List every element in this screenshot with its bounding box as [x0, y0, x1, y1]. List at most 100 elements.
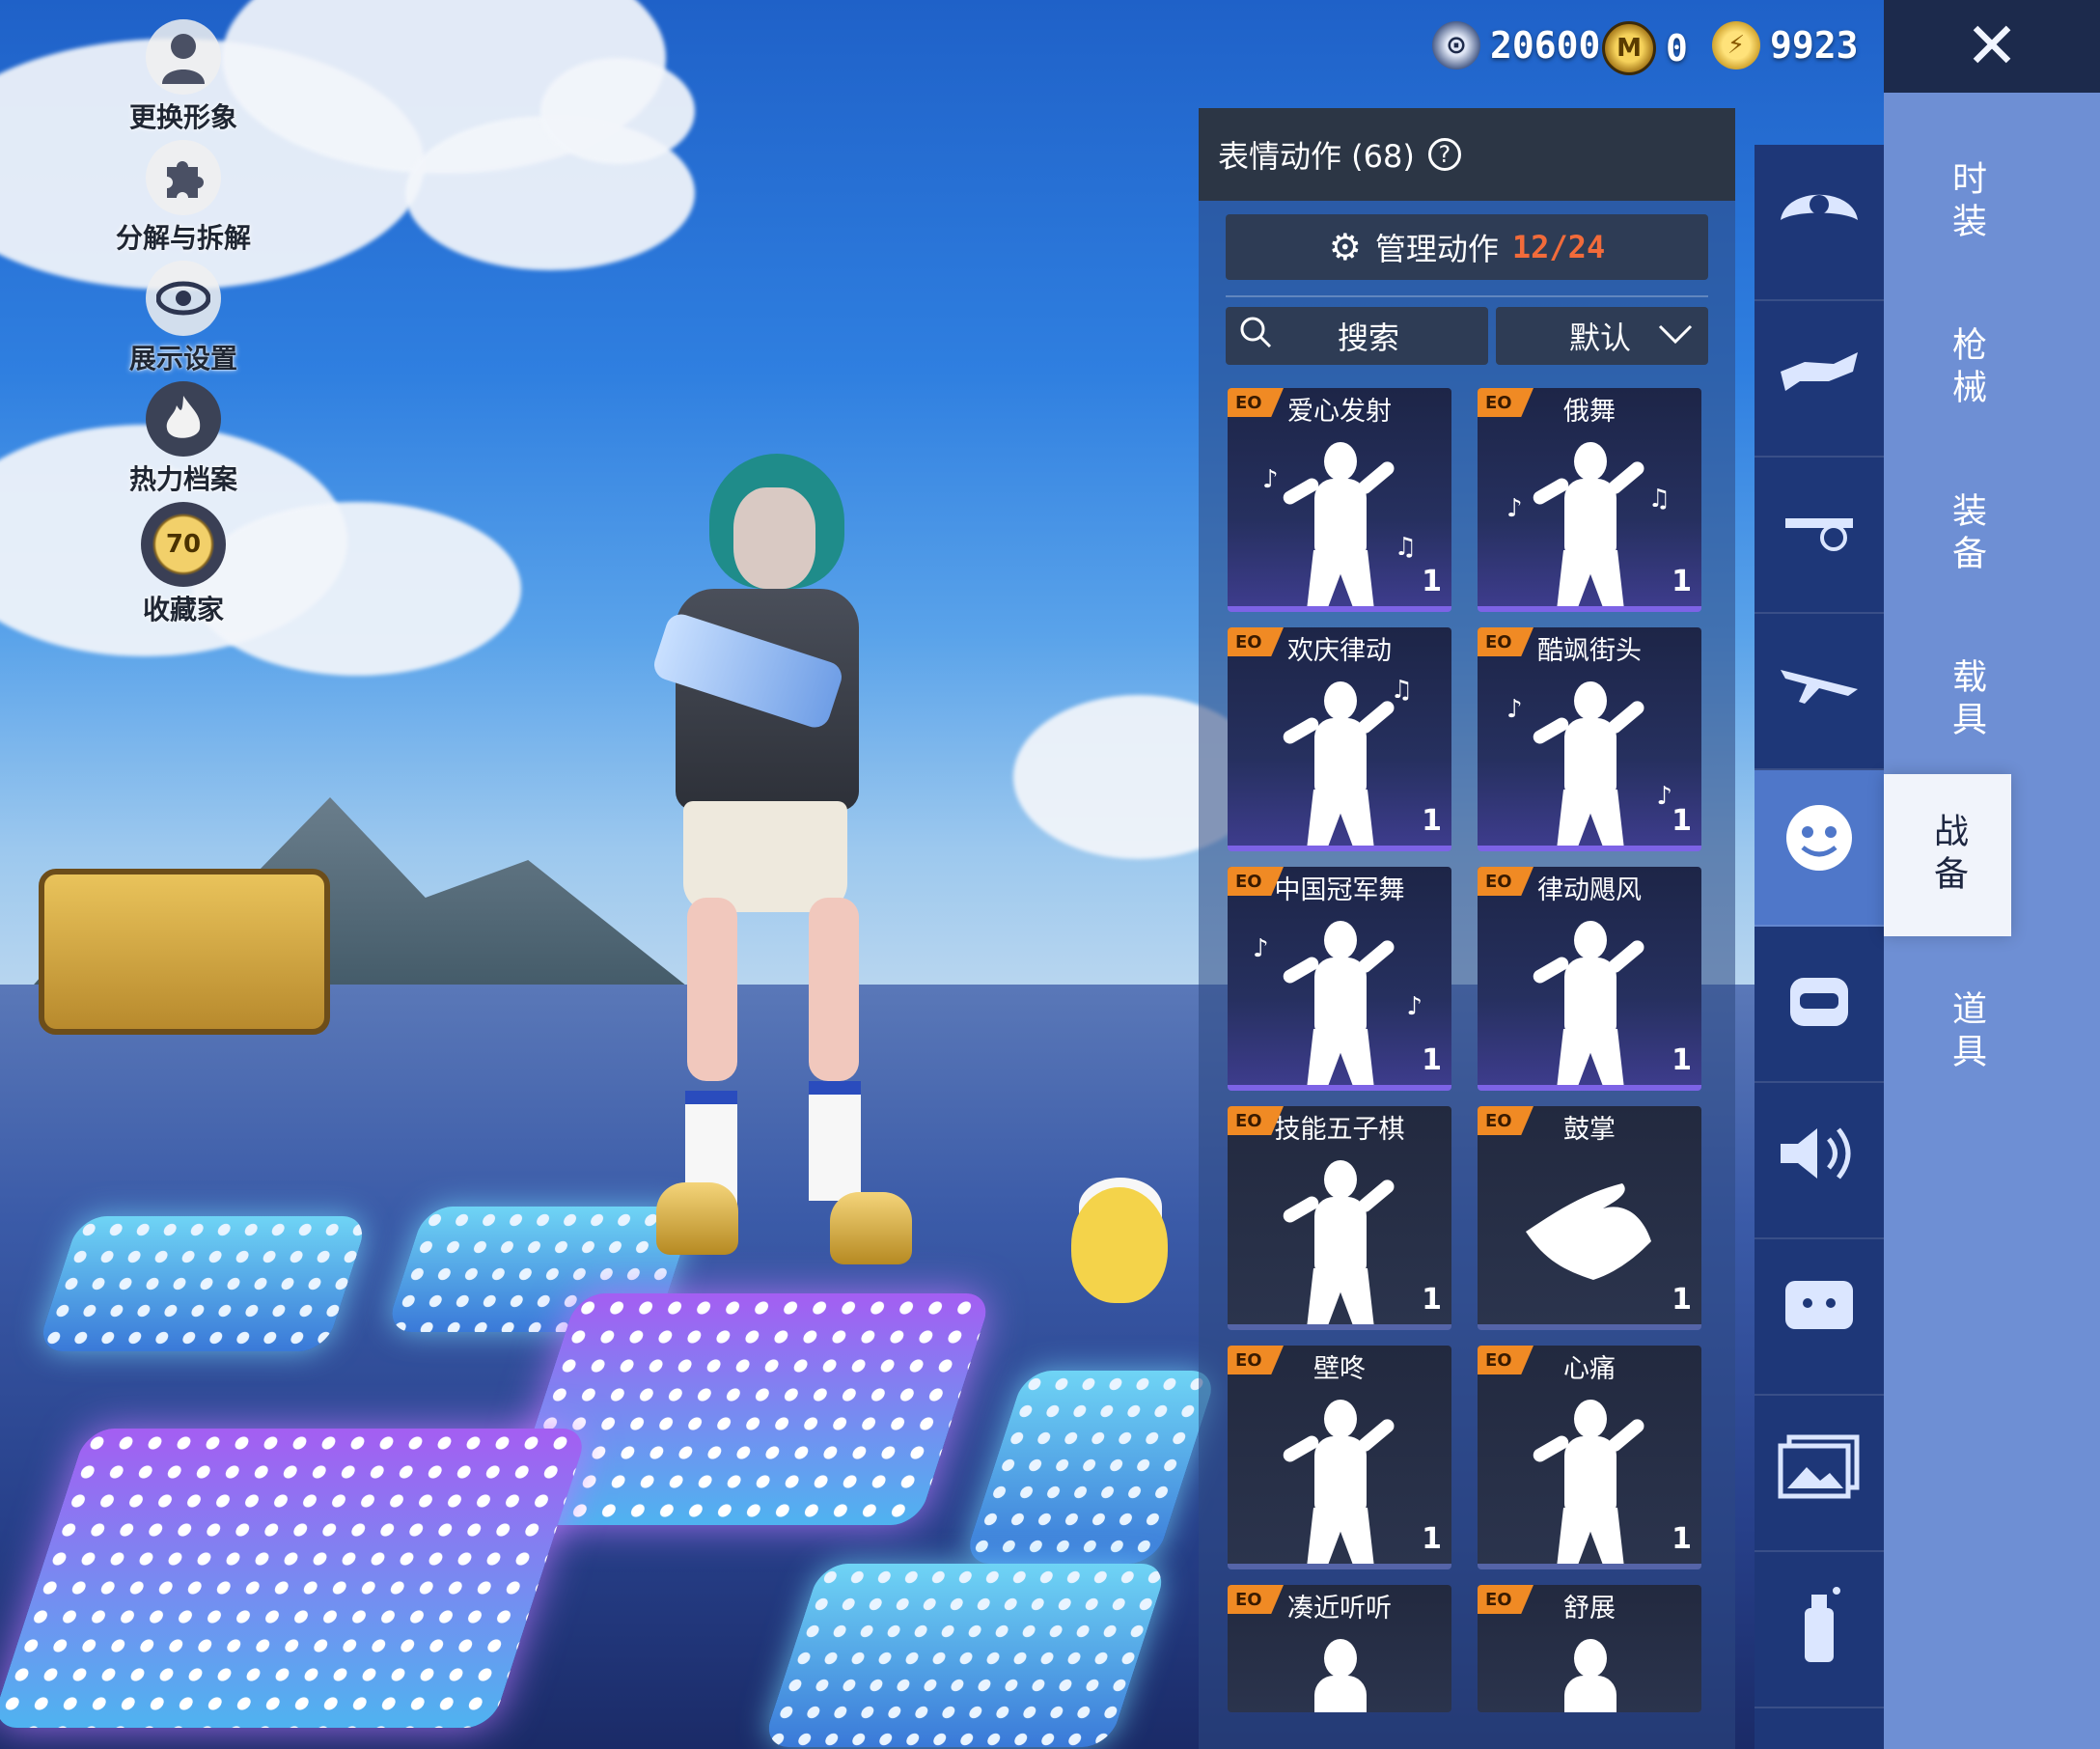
photo-gallery-icon: [1776, 1432, 1863, 1514]
character-shoe: [830, 1192, 912, 1264]
emote-count: 1: [1422, 1283, 1442, 1317]
pet-chick: [1071, 1187, 1168, 1303]
change-avatar-button[interactable]: 更换形象: [106, 19, 261, 135]
emote-card[interactable]: 凑近听听 EO: [1228, 1585, 1451, 1712]
dance-pose-icon: [1531, 442, 1647, 606]
category-plane[interactable]: [1755, 614, 1884, 770]
music-note-icon: ♪: [1506, 695, 1523, 724]
close-button[interactable]: ✕: [1884, 0, 2100, 93]
emote-card[interactable]: 鼓掌 EO 1: [1478, 1106, 1701, 1330]
cloud: [540, 58, 695, 164]
speaker-voice-icon: [1776, 1120, 1863, 1202]
eye-icon: [146, 261, 221, 336]
dance-pose-icon: [1281, 1400, 1397, 1564]
gold-medal-value: 0: [1666, 27, 1688, 69]
emote-card[interactable]: 心痛 EO 1: [1478, 1346, 1701, 1569]
category-chat[interactable]: [1755, 1239, 1884, 1396]
character-shorts: [683, 801, 847, 912]
chat-bubble-icon: [1781, 1276, 1858, 1358]
decompose-button[interactable]: 分解与拆解: [106, 140, 261, 256]
emote-card[interactable]: 爱心发射 EO ♪ ♫ 1: [1228, 388, 1451, 612]
dance-pose-icon: [1532, 1639, 1647, 1712]
parachute-icon: [1776, 181, 1863, 264]
dance-pose-icon: [1281, 921, 1397, 1085]
tab-battle-gear[interactable]: 战备: [1884, 774, 2011, 936]
search-input[interactable]: 搜索: [1226, 307, 1488, 365]
lightning-coin-value: 9923: [1770, 24, 1859, 67]
display-settings-label: 展示设置: [128, 343, 237, 375]
category-drone[interactable]: [1755, 458, 1884, 614]
emote-card[interactable]: 律动飓风 EO 1: [1478, 867, 1701, 1091]
collector-level: 70: [165, 530, 202, 559]
music-note-icon: ♪: [1656, 782, 1672, 811]
avatar-icon: [146, 19, 221, 95]
tab-items[interactable]: 道具: [1903, 952, 2029, 1114]
panel-header: 表情动作 (68) ?: [1199, 108, 1735, 201]
currency-lightning: ⚡ 9923: [1712, 21, 1859, 69]
collector-badge-icon: 70: [141, 502, 226, 587]
category-voice[interactable]: [1755, 1083, 1884, 1239]
tab-weapons[interactable]: 枪械: [1903, 288, 2029, 450]
emote-card[interactable]: 技能五子棋 EO 1: [1228, 1106, 1451, 1330]
change-avatar-label: 更换形象: [128, 101, 237, 133]
search-label: 搜索: [1338, 319, 1400, 356]
emote-count: 1: [1422, 1522, 1442, 1556]
category-pet[interactable]: [1755, 927, 1884, 1083]
sort-label: 默认: [1569, 319, 1632, 356]
category-spray[interactable]: [1755, 1552, 1884, 1708]
music-note-icon: ♫: [1647, 485, 1671, 514]
display-settings-button[interactable]: 展示设置: [106, 261, 261, 376]
heat-profile-button[interactable]: 热力档案: [106, 381, 261, 497]
music-note-icon: ♫: [1390, 676, 1413, 705]
tab-fashion[interactable]: 时装: [1903, 122, 2029, 284]
silver-coin-value: 20600: [1490, 24, 1601, 67]
emote-card[interactable]: 欢庆律动 EO ♫ 1: [1228, 627, 1451, 851]
manage-emotes-button[interactable]: ⚙ 管理动作 12/24: [1226, 214, 1708, 280]
emote-count: 1: [1422, 1043, 1442, 1077]
puzzle-icon: [146, 140, 221, 215]
help-icon[interactable]: ?: [1427, 138, 1461, 171]
category-gallery[interactable]: [1755, 1396, 1884, 1552]
emote-card[interactable]: 壁咚 EO 1: [1228, 1346, 1451, 1569]
character-sock: [809, 1081, 861, 1201]
emote-count: 1: [1672, 804, 1692, 838]
floor-tile: [761, 1564, 1169, 1747]
main-tab-column: 时装 枪械 装备 载具 战备 道具: [1884, 93, 2100, 1749]
plane-icon: [1776, 655, 1863, 728]
sort-dropdown[interactable]: 默认: [1496, 307, 1708, 365]
emote-card[interactable]: 俄舞 EO ♪ ♫ 1: [1478, 388, 1701, 612]
emote-card[interactable]: 酷飒街头 EO ♪ ♪ 1: [1478, 627, 1701, 851]
emote-count: 1: [1672, 1043, 1692, 1077]
emote-count: 1: [1672, 565, 1692, 598]
emote-count: 1: [1422, 565, 1442, 598]
category-parachute[interactable]: [1755, 145, 1884, 301]
panel-title: 表情动作 (68): [1218, 138, 1415, 175]
heat-profile-label: 热力档案: [128, 463, 237, 495]
search-icon: [1239, 316, 1272, 357]
music-note-icon: ♪: [1406, 992, 1423, 1021]
smiley-emote-icon: [1776, 797, 1863, 899]
music-note-icon: ♫: [1394, 533, 1417, 562]
collector-button[interactable]: 70 收藏家: [106, 502, 261, 627]
spray-can-icon: [1790, 1579, 1848, 1680]
flame-icon: [146, 381, 221, 457]
character-face: [733, 487, 815, 589]
category-skydive[interactable]: [1755, 301, 1884, 458]
emote-card[interactable]: 舒展 EO: [1478, 1585, 1701, 1712]
robot-pet-icon: [1781, 958, 1858, 1050]
emote-card[interactable]: 中国冠军舞 EO ♪ ♪ 1: [1228, 867, 1451, 1091]
dance-pose-icon: [1282, 1639, 1397, 1712]
collector-label: 收藏家: [142, 594, 224, 625]
music-note-icon: ♪: [1253, 934, 1269, 963]
dance-pose-icon: [1531, 921, 1647, 1085]
emote-count: 1: [1672, 1283, 1692, 1317]
clapping-hands-icon: [1516, 1174, 1661, 1303]
category-emote[interactable]: [1755, 770, 1884, 927]
character-shoe: [656, 1182, 738, 1255]
character-leg: [687, 898, 737, 1081]
dance-pose-icon: [1531, 681, 1647, 846]
tab-vehicles[interactable]: 载具: [1903, 620, 2029, 782]
floor-tile: [0, 1429, 590, 1728]
lightning-coin-icon: ⚡: [1712, 21, 1760, 69]
tab-equipment[interactable]: 装备: [1903, 454, 2029, 616]
